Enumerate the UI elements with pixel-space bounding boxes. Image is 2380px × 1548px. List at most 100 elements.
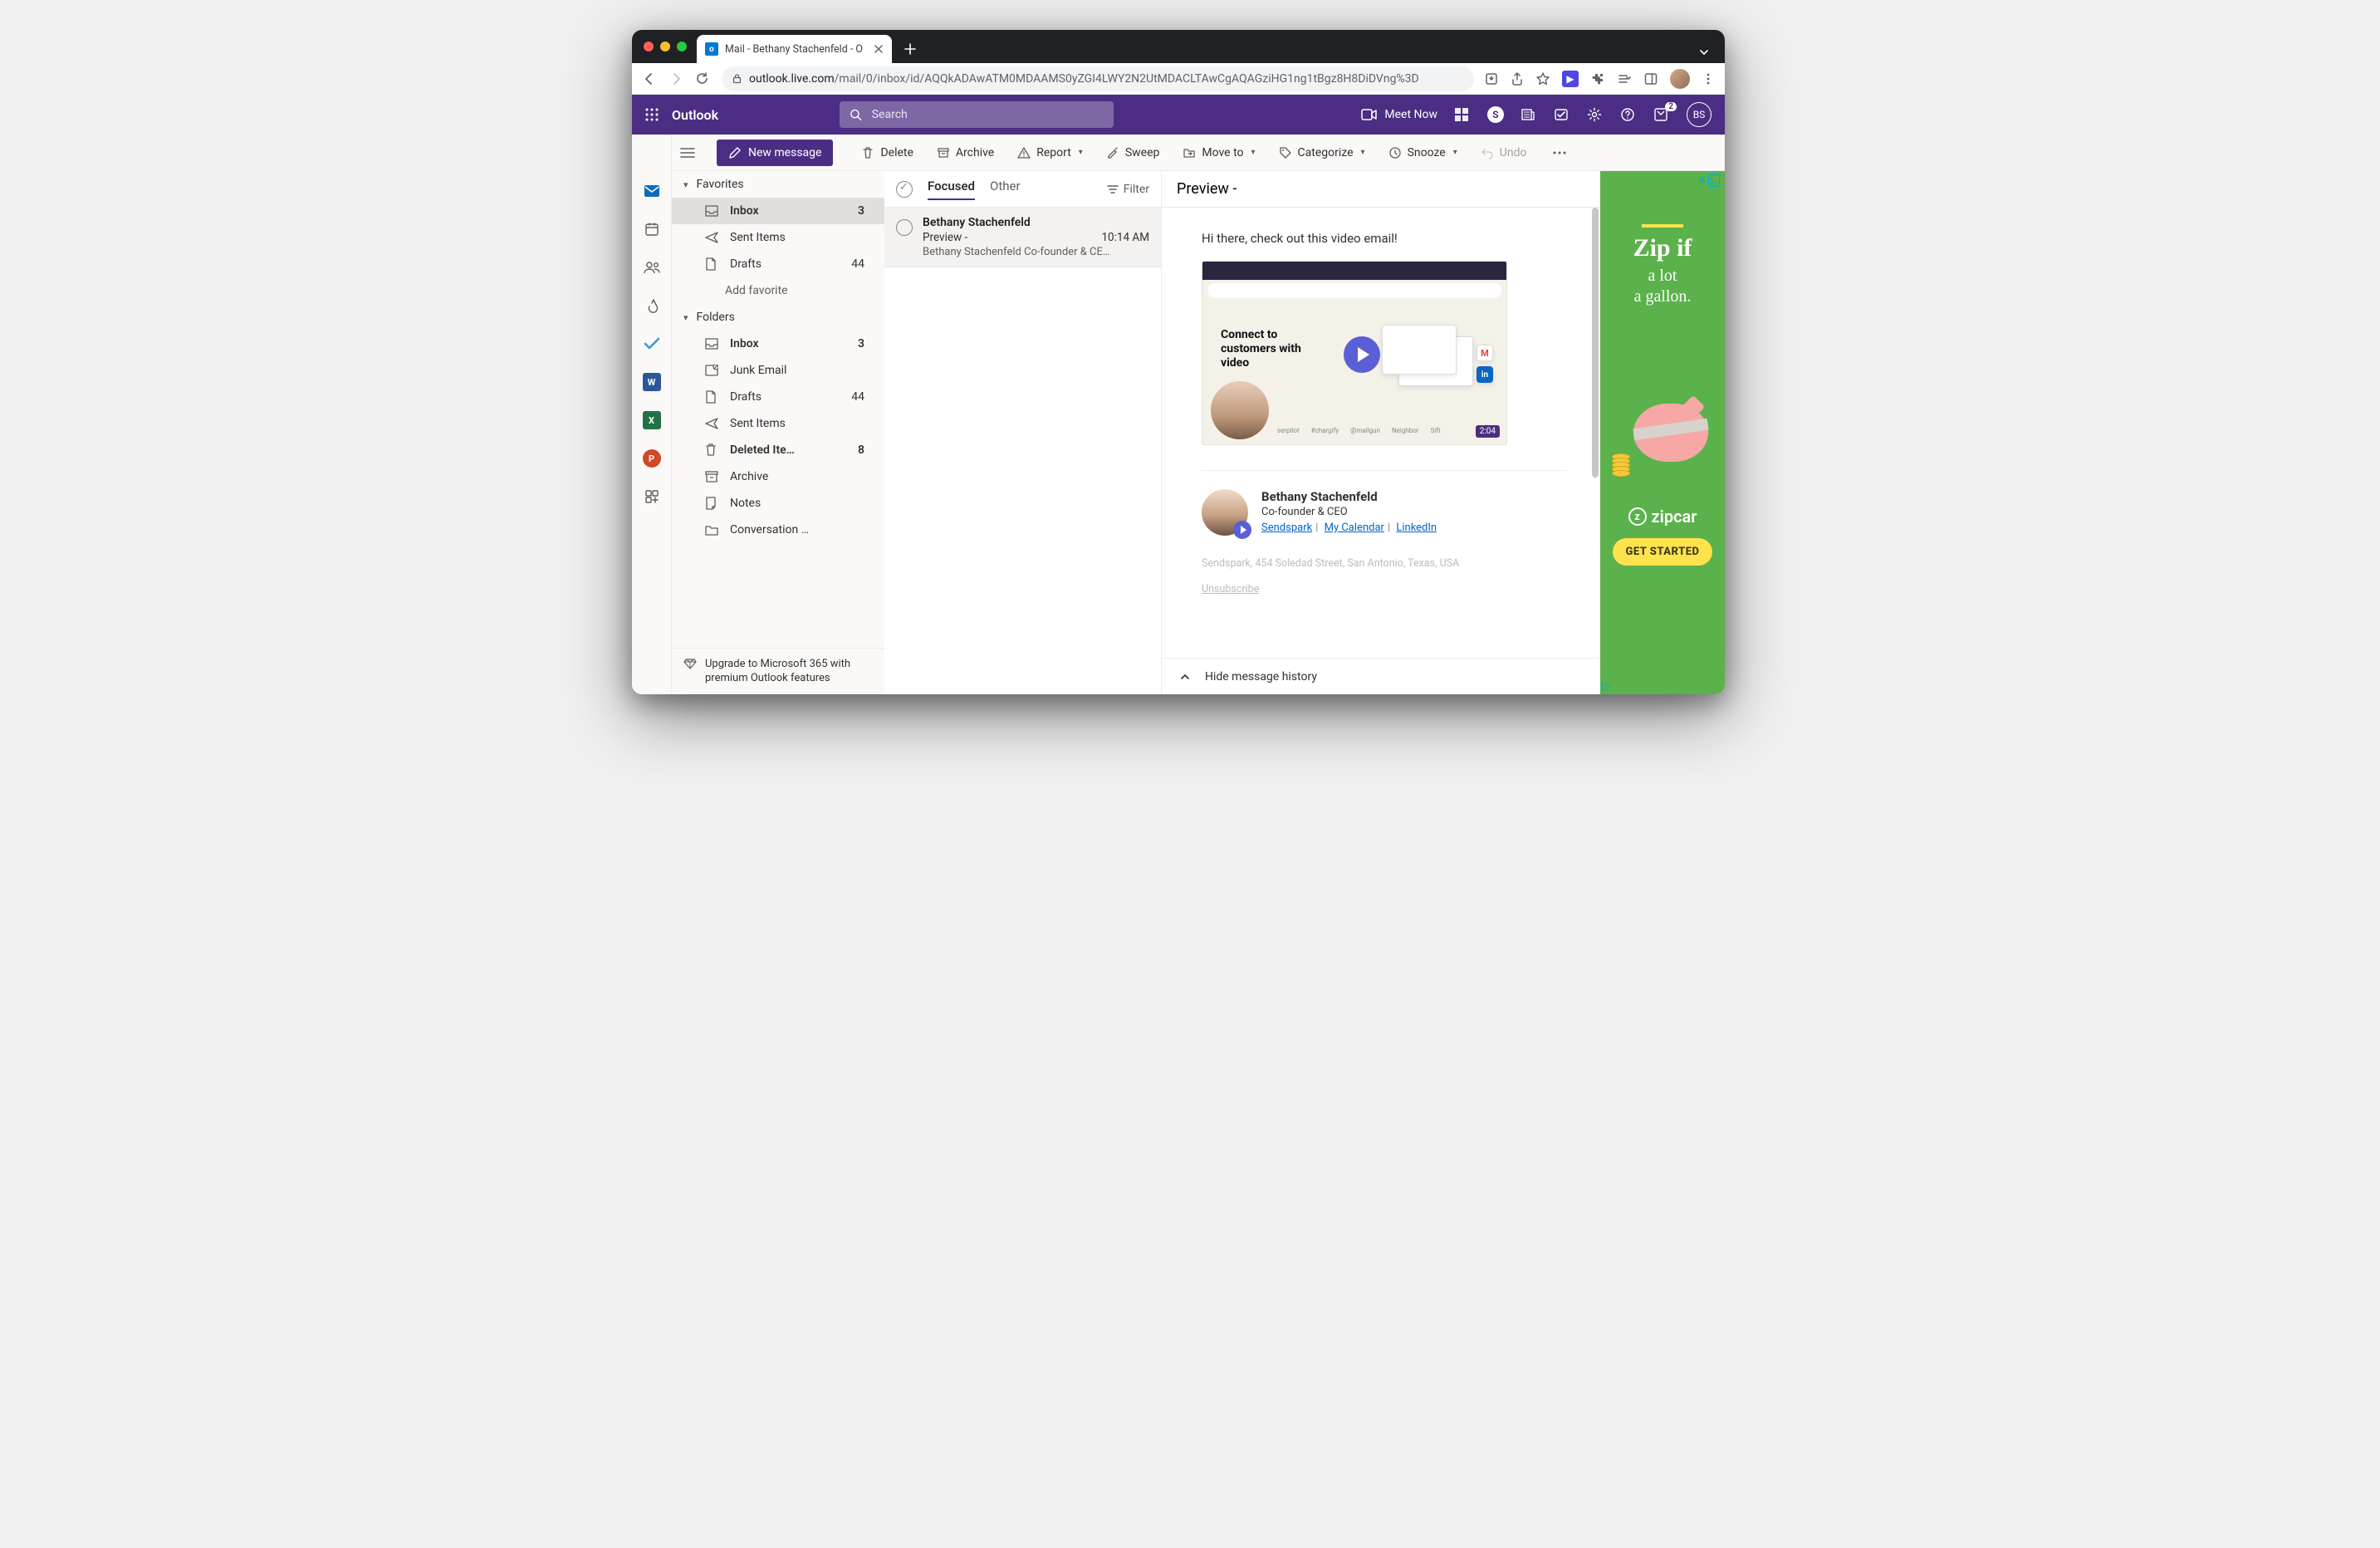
folder-item-inbox[interactable]: Inbox3 <box>672 331 884 357</box>
folder-item-drafts[interactable]: Drafts44 <box>672 251 884 277</box>
extension-icon[interactable]: ▶ <box>1562 71 1579 87</box>
calendar-rail-icon[interactable] <box>639 216 665 242</box>
play-icon[interactable] <box>1344 336 1380 373</box>
skype-icon[interactable]: S <box>1487 106 1504 123</box>
close-window-icon[interactable] <box>644 42 654 51</box>
search-input[interactable] <box>870 107 1104 122</box>
message-subject: Preview - <box>923 231 967 244</box>
notifications-icon[interactable]: 2 <box>1653 107 1670 122</box>
favorites-section[interactable]: ▾Favorites <box>672 171 884 198</box>
address-bar[interactable]: outlook.live.com/mail/0/inbox/id/AQQkADA… <box>722 66 1474 91</box>
hamburger-icon[interactable] <box>680 147 713 159</box>
unsubscribe-link[interactable]: Unsubscribe <box>1202 583 1567 595</box>
bookmark-star-icon[interactable] <box>1535 71 1550 86</box>
new-tab-button[interactable] <box>899 37 922 61</box>
folder-item-junk-email[interactable]: Junk Email <box>672 357 884 384</box>
scrollbar[interactable] <box>1590 208 1600 658</box>
other-tab[interactable]: Other <box>990 179 1021 200</box>
video-thumbnail[interactable]: Connect to customers with video in M ser… <box>1202 261 1507 445</box>
todo-icon[interactable] <box>1554 107 1570 122</box>
folder-item-archive[interactable]: Archive <box>672 463 884 490</box>
settings-gear-icon[interactable] <box>1587 107 1604 122</box>
ad-headline: Zip if <box>1633 234 1692 262</box>
categorize-button[interactable]: Categorize▾ <box>1269 140 1375 166</box>
sidepanel-icon[interactable] <box>1643 71 1658 86</box>
news-icon[interactable] <box>1521 107 1537 122</box>
archive-button[interactable]: Archive <box>927 140 1004 166</box>
browser-window: o Mail - Bethany Stachenfeld - O <box>632 30 1725 694</box>
folder-item-notes[interactable]: Notes <box>672 490 884 517</box>
signature-link-sendspark[interactable]: Sendspark <box>1261 522 1312 534</box>
excel-rail-icon[interactable]: X <box>639 407 665 434</box>
folders-section[interactable]: ▾Folders <box>672 304 884 331</box>
profile-avatar[interactable] <box>1670 69 1690 89</box>
todo-rail-icon[interactable] <box>639 331 665 357</box>
message-item[interactable]: Bethany Stachenfeld Preview - 10:14 AM B… <box>884 208 1161 267</box>
delete-button[interactable]: Delete <box>851 140 923 166</box>
mail-rail-icon[interactable] <box>639 178 665 204</box>
email-signature: Bethany Stachenfeld Co-founder & CEO Sen… <box>1202 470 1567 536</box>
ad-panel[interactable]: ✕ ▷ Zip if a lot a gallon. zzipcar GET S… <box>1600 171 1725 694</box>
select-message-checkbox[interactable] <box>896 219 913 236</box>
notification-count: 2 <box>1665 102 1677 111</box>
new-message-button[interactable]: New message <box>717 140 833 166</box>
chevron-down-icon: ▾ <box>683 179 688 190</box>
teams-icon[interactable] <box>1454 107 1471 122</box>
select-all-checkbox[interactable] <box>896 181 913 198</box>
search-box[interactable] <box>840 101 1114 128</box>
sweep-button[interactable]: Sweep <box>1096 140 1170 166</box>
meet-now-button[interactable]: Meet Now <box>1361 108 1437 121</box>
folder-item-inbox[interactable]: Inbox3 <box>672 198 884 224</box>
adchoices-footer-icon[interactable]: ▷ <box>1602 680 1610 693</box>
folder-item-deleted-ite-[interactable]: Deleted Ite…8 <box>672 437 884 463</box>
more-actions-button[interactable] <box>1543 140 1576 166</box>
browser-tab[interactable]: o Mail - Bethany Stachenfeld - O <box>697 35 892 63</box>
share-icon[interactable] <box>1511 71 1524 86</box>
folder-item-drafts[interactable]: Drafts44 <box>672 384 884 410</box>
chrome-menu-icon[interactable] <box>1702 72 1715 86</box>
folder-item-conversation-[interactable]: Conversation … <box>672 517 884 543</box>
filter-button[interactable]: Filter <box>1107 183 1149 196</box>
report-button[interactable]: Report▾ <box>1007 140 1093 166</box>
install-app-icon[interactable] <box>1484 71 1499 86</box>
maximize-window-icon[interactable] <box>677 42 687 51</box>
upgrade-upsell[interactable]: Upgrade to Microsoft 365 with premium Ou… <box>672 648 884 694</box>
focused-tab[interactable]: Focused <box>928 179 975 200</box>
reading-body: Hi there, check out this video email! Co… <box>1162 208 1600 658</box>
email-greeting: Hi there, check out this video email! <box>1202 231 1567 246</box>
help-icon[interactable] <box>1620 107 1637 122</box>
files-rail-icon[interactable] <box>639 292 665 319</box>
hide-history-button[interactable]: Hide message history <box>1162 658 1600 694</box>
folder-item-sent-items[interactable]: Sent Items <box>672 224 884 251</box>
folder-icon <box>705 525 720 536</box>
signature-link-calendar[interactable]: My Calendar <box>1325 522 1384 534</box>
ad-close-icon[interactable]: ✕ <box>1697 174 1707 187</box>
signature-link-linkedin[interactable]: LinkedIn <box>1396 522 1437 534</box>
snooze-button[interactable]: Snooze▾ <box>1379 140 1467 166</box>
close-tab-icon[interactable] <box>874 44 884 54</box>
extensions-puzzle-icon[interactable] <box>1590 71 1605 86</box>
forward-icon[interactable] <box>668 71 685 86</box>
outlook-brand[interactable]: Outlook <box>672 107 718 123</box>
add-favorite-link[interactable]: Add favorite <box>672 277 884 304</box>
people-rail-icon[interactable] <box>639 254 665 281</box>
more-apps-rail-icon[interactable] <box>639 483 665 510</box>
ad-cta-button[interactable]: GET STARTED <box>1613 538 1713 566</box>
account-avatar[interactable]: BS <box>1687 102 1712 127</box>
word-rail-icon[interactable]: W <box>639 369 665 395</box>
folder-item-sent-items[interactable]: Sent Items <box>672 410 884 437</box>
app-launcher-icon[interactable] <box>645 108 659 121</box>
chevron-up-icon <box>1180 672 1190 682</box>
message-list-pane: Focused Other Filter Bethany Stachenfeld… <box>884 171 1162 694</box>
reload-icon[interactable] <box>695 71 712 86</box>
adchoices-icon[interactable]: ▷ <box>1708 174 1720 187</box>
media-control-icon[interactable] <box>1617 71 1632 86</box>
powerpoint-rail-icon[interactable]: P <box>639 445 665 472</box>
outlook-favicon: o <box>705 42 718 56</box>
undo-button[interactable]: Undo <box>1471 140 1537 166</box>
move-to-button[interactable]: Move to▾ <box>1173 140 1265 166</box>
minimize-window-icon[interactable] <box>660 42 670 51</box>
message-time: 10:14 AM <box>1101 231 1149 244</box>
tabs-dropdown-icon[interactable] <box>1690 47 1718 63</box>
back-icon[interactable] <box>642 71 659 86</box>
